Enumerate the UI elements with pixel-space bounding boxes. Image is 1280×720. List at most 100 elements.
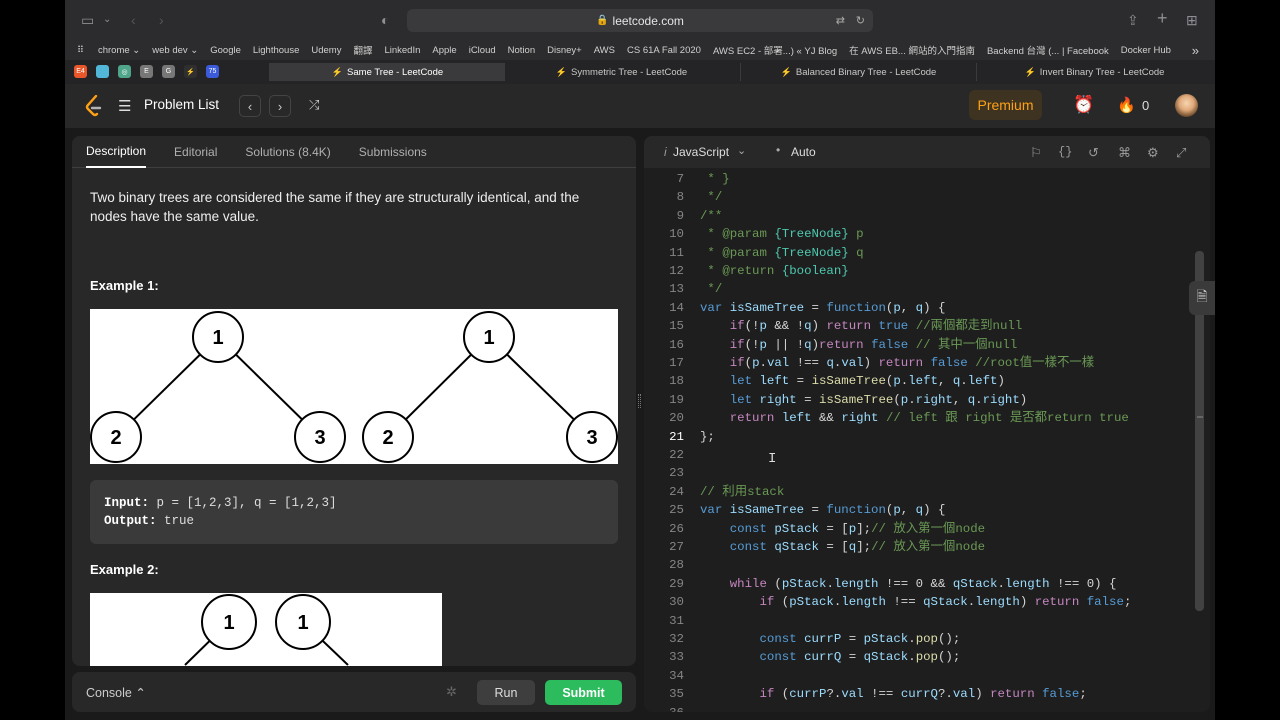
problem-list-link[interactable]: Problem List — [144, 97, 219, 112]
bookmark-item[interactable]: web dev ⌄ — [152, 45, 198, 56]
shuffle-icon[interactable]: ⤮ — [309, 97, 319, 113]
code-line[interactable]: var isSameTree = function(p, q) { — [700, 299, 945, 317]
list-icon[interactable]: ☰ — [118, 97, 131, 115]
next-problem-button[interactable]: › — [269, 95, 291, 117]
pinned-tab-icon[interactable]: ⚡ — [184, 65, 197, 78]
code-line[interactable]: const pStack = [p];// 放入第一個node — [700, 520, 985, 538]
resize-handle[interactable] — [638, 394, 641, 408]
bookmark-item[interactable]: LinkedIn — [384, 45, 420, 56]
bookmark-item[interactable]: CS 61A Fall 2020 — [627, 45, 701, 56]
url-text: leetcode.com — [612, 13, 684, 28]
side-note-button[interactable]: 🗎 — [1189, 281, 1215, 315]
code-line[interactable]: if (pStack.length !== qStack.length) ret… — [700, 593, 1132, 611]
code-token: @param — [722, 245, 767, 260]
gear-icon[interactable]: ⚙ — [1147, 145, 1159, 161]
forward-icon[interactable]: › — [159, 11, 164, 29]
bookmark-item[interactable]: Disney+ — [547, 45, 582, 56]
code-editor[interactable]: 7 * } 8 */9/** 10 * @param {TreeNode} p 11 … — [644, 170, 1200, 712]
debug-icon[interactable]: ✲ — [446, 684, 457, 700]
code-line[interactable]: // 利用stack — [700, 483, 784, 501]
pinned-tab-icon[interactable]: 75 — [206, 65, 219, 78]
code-line[interactable]: * @return {boolean} — [700, 262, 848, 280]
premium-button[interactable]: Premium — [969, 90, 1042, 120]
mode-select[interactable]: Auto — [791, 145, 816, 159]
bookmarks-overflow-icon[interactable]: » — [1192, 43, 1199, 58]
browser-tab[interactable]: ⚡ Balanced Binary Tree - LeetCode — [740, 63, 976, 81]
code-line[interactable]: if(!p && !q) return true //兩個都走到null — [700, 317, 1023, 335]
new-tab-icon[interactable]: + — [1157, 9, 1168, 27]
format-braces-icon[interactable]: {} — [1058, 145, 1072, 159]
bookmark-item[interactable]: Lighthouse — [253, 45, 299, 56]
bookmark-item[interactable]: iCloud — [469, 45, 496, 56]
prev-problem-button[interactable]: ‹ — [239, 95, 261, 117]
bookmark-item[interactable]: 在 AWS EB... 網站的入門指南 — [849, 43, 975, 57]
code-line[interactable]: */ — [700, 188, 722, 206]
code-line[interactable]: let right = isSameTree(p.right, q.right) — [700, 391, 1027, 409]
code-line[interactable]: if(p.val !== q.val) return false //root值… — [700, 354, 1094, 372]
bookmark-item[interactable]: Udemy — [311, 45, 341, 56]
code-line[interactable]: return left && right // left 跟 right 是否都… — [700, 409, 1129, 427]
code-line[interactable]: * } — [700, 170, 729, 188]
code-line[interactable]: while (pStack.length !== 0 && qStack.len… — [700, 575, 1117, 593]
code-line[interactable]: * @param {TreeNode} q — [700, 244, 863, 262]
alarm-clock-icon[interactable]: ⏰ — [1073, 95, 1094, 115]
pinned-tab-icon[interactable]: E — [140, 65, 153, 78]
bookmark-item[interactable]: AWS EC2 - 部署...) « YJ Blog — [713, 43, 837, 57]
leetcode-logo-icon[interactable] — [85, 95, 103, 117]
tab-description[interactable]: Description — [86, 136, 147, 168]
pinned-tab-icon[interactable]: G — [162, 65, 175, 78]
code-line[interactable]: if (currP?.val !== currQ?.val) return fa… — [700, 685, 1087, 703]
bookmark-item[interactable]: chrome ⌄ — [98, 45, 140, 56]
code-line[interactable]: if(!p || !q)return false // 其中一個null — [700, 336, 1018, 354]
code-line[interactable]: const currQ = qStack.pop(); — [700, 648, 961, 666]
bookmark-item[interactable]: Notion — [508, 45, 535, 56]
code-line[interactable]: var isSameTree = function(p, q) { — [700, 501, 945, 519]
code-line[interactable]: /** — [700, 207, 722, 225]
sidebar-toggle-icon[interactable]: ▭ — [81, 11, 94, 29]
expand-icon[interactable]: ⤢ — [1176, 145, 1186, 161]
code-line[interactable]: * @param {TreeNode} p — [700, 225, 863, 243]
bookmark-item[interactable]: AWS — [594, 45, 615, 56]
code-line[interactable]: let left = isSameTree(p.left, q.left) — [700, 372, 1005, 390]
bookmark-item[interactable]: Apple — [432, 45, 456, 56]
back-icon[interactable]: ‹ — [131, 11, 136, 29]
bookmarks-grid-icon[interactable]: ⠿ — [77, 45, 84, 56]
language-select[interactable]: JavaScript — [673, 145, 729, 159]
share-icon[interactable]: ⇪ — [1127, 11, 1139, 29]
submit-button[interactable]: Submit — [545, 680, 622, 705]
tree-p-root: 1 — [212, 327, 223, 349]
reset-icon[interactable]: ↺ — [1088, 145, 1099, 161]
reload-icon[interactable]: ↻ — [856, 14, 865, 27]
tab-editorial[interactable]: Editorial — [174, 136, 217, 168]
chevron-down-icon[interactable]: ⌄ — [737, 144, 746, 157]
tab-submissions[interactable]: Submissions — [359, 136, 427, 168]
translate-icon[interactable]: ⇄ — [836, 14, 845, 27]
avatar[interactable] — [1175, 94, 1198, 117]
chevron-down-icon[interactable]: ⌄ — [103, 11, 111, 29]
code-line[interactable]: */ — [700, 280, 722, 298]
tab-overview-icon[interactable]: ⊞ — [1186, 11, 1198, 29]
code-line[interactable]: }; — [700, 428, 715, 446]
code-line[interactable]: const currP = pStack.pop(); — [700, 630, 961, 648]
shield-icon[interactable]: ◐ — [381, 11, 389, 29]
bookmark-icon[interactable]: ⚐ — [1030, 145, 1042, 161]
tab-solutions[interactable]: Solutions (8.4K) — [245, 136, 330, 168]
fire-icon[interactable]: 🔥 — [1117, 96, 1136, 114]
browser-tab[interactable]: ⚡ Same Tree - LeetCode — [269, 63, 505, 81]
bookmark-item[interactable]: Backend 台灣 (... | Facebook — [987, 43, 1109, 57]
pinned-tab-icon[interactable]: ◎ — [118, 65, 131, 78]
console-toggle[interactable]: Console ⌃ — [86, 685, 146, 700]
code-token: !== 0 && — [878, 576, 953, 591]
browser-tab[interactable]: ⚡ Symmetric Tree - LeetCode — [503, 63, 739, 81]
run-button[interactable]: Run — [477, 680, 535, 705]
browser-tab[interactable]: ⚡ Invert Binary Tree - LeetCode — [976, 63, 1212, 81]
bookmark-item[interactable]: Docker Hub — [1121, 45, 1171, 56]
code-line[interactable]: const qStack = [q];// 放入第一個node — [700, 538, 985, 556]
url-bar[interactable]: 🔒 leetcode.com ⇄ ↻ — [407, 9, 873, 32]
pinned-tab-icon[interactable] — [96, 65, 109, 78]
bookmark-item[interactable]: Google — [210, 45, 241, 56]
command-icon[interactable]: ⌘ — [1118, 145, 1131, 161]
bookmark-item[interactable]: 翻譯 — [353, 43, 372, 57]
pinned-tab-icon[interactable]: E4 — [74, 65, 87, 78]
